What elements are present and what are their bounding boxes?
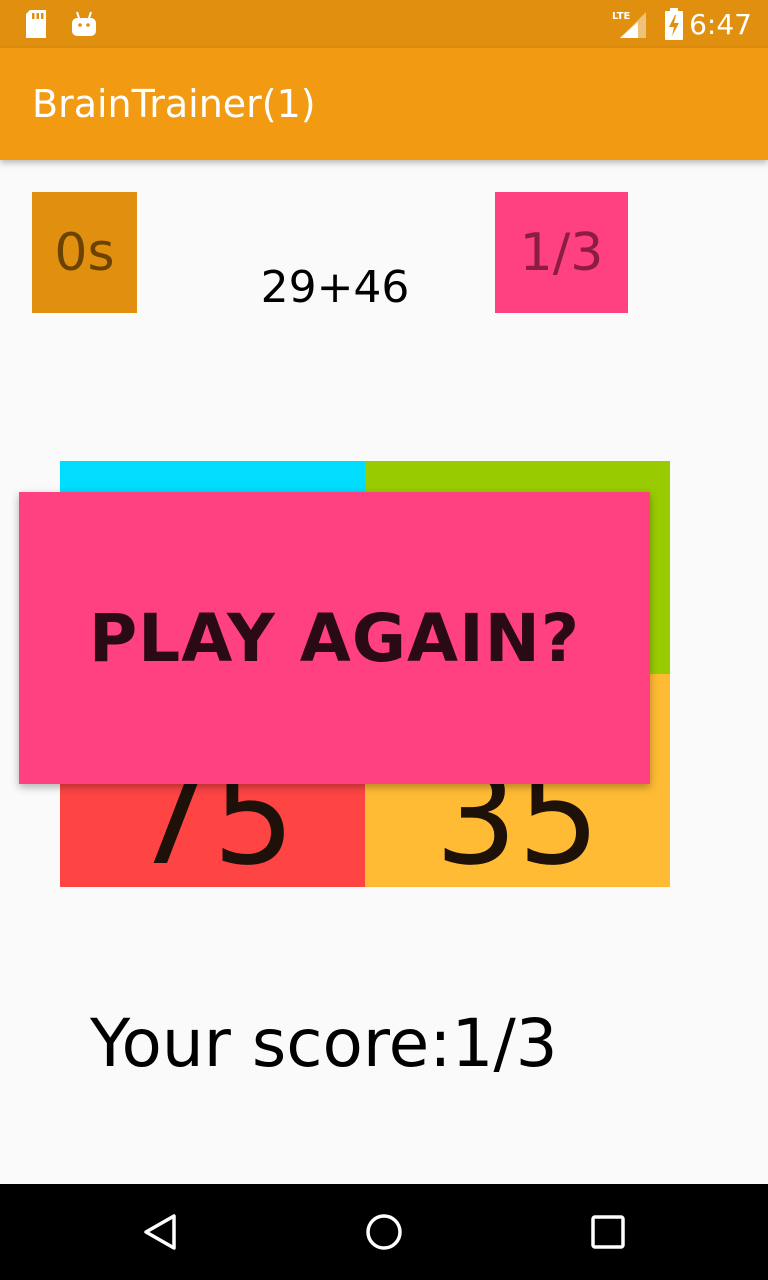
android-icon	[72, 11, 96, 36]
back-icon[interactable]	[132, 1204, 188, 1260]
battery-charging-icon	[665, 8, 683, 40]
status-bar: LTE 6:47	[0, 0, 768, 48]
recents-icon[interactable]	[580, 1204, 636, 1260]
clock: 6:47	[689, 8, 752, 41]
signal-icon: LTE	[612, 11, 646, 38]
score-display: 1/3	[495, 192, 628, 313]
result-text: Your score:1/3	[90, 1005, 558, 1082]
app-bar: BrainTrainer(1)	[0, 48, 768, 160]
play-again-button[interactable]: PLAY AGAIN?	[19, 492, 650, 784]
question-text: 29+46	[260, 262, 410, 313]
timer-display: 0s	[32, 192, 137, 313]
navigation-bar	[0, 1184, 768, 1280]
home-icon[interactable]	[356, 1204, 412, 1260]
network-label: LTE	[612, 11, 631, 22]
app-title: BrainTrainer(1)	[32, 82, 316, 126]
sd-card-icon	[26, 10, 46, 38]
